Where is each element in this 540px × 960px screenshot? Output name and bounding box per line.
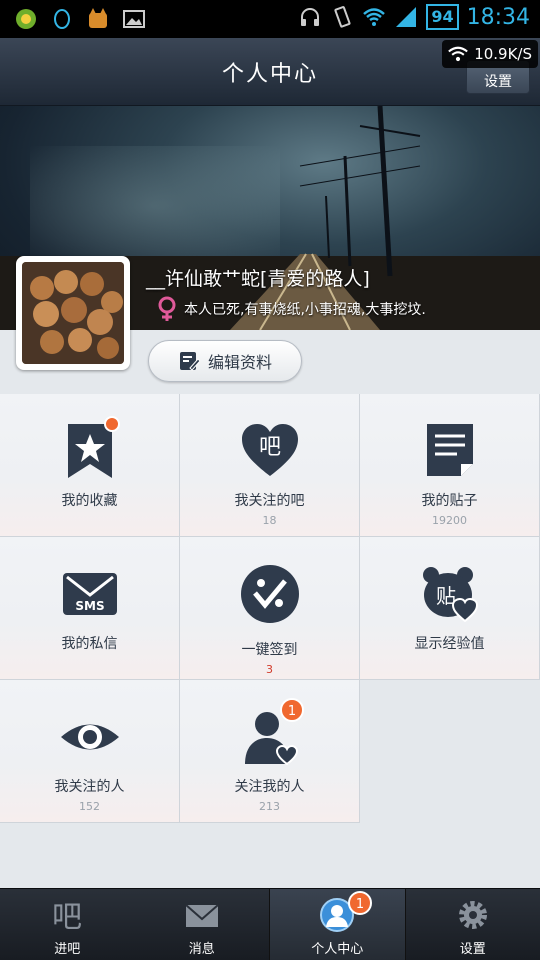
edit-profile-label: 编辑资料	[207, 353, 272, 372]
edit-profile-button[interactable]: 编辑资料	[148, 340, 302, 382]
title-bar: 个人中心 设置 10.9K/S	[0, 38, 540, 106]
grid-item-label: 显示经验值	[414, 636, 485, 652]
grid-item-count: 18	[262, 514, 277, 527]
nav-item-messages[interactable]: 消息	[135, 889, 270, 960]
grid-item-label: 我的收藏	[61, 493, 118, 509]
qq-icon	[54, 9, 70, 29]
net-speed-overlay: 10.9K/S	[442, 40, 538, 68]
grid-item-count: 213	[259, 800, 280, 813]
signal-icon	[396, 7, 417, 27]
grid-item-label: 我关注的吧	[234, 493, 305, 509]
sign-in-paw-icon	[240, 565, 299, 623]
nav-label: 个人中心	[311, 942, 364, 957]
notification-badge: 1	[280, 698, 304, 722]
edit-icon	[179, 352, 200, 371]
image-icon	[123, 10, 145, 28]
grid-item-label: 我的贴子	[421, 493, 478, 509]
grid-item-sign-in[interactable]: 一键签到 3	[180, 537, 360, 680]
grid-item-followed-bars[interactable]: 吧 我关注的吧 18	[180, 394, 360, 537]
grid-item-count: 3	[266, 663, 273, 676]
grid-item-show-experience[interactable]: 贴 显示经验值	[360, 537, 540, 680]
gear-icon	[458, 901, 487, 929]
grid-item-my-posts[interactable]: 我的贴子 19200	[360, 394, 540, 537]
bottom-nav: 吧 进吧 消息 1 个人中心 设置	[0, 888, 540, 960]
nav-item-ba[interactable]: 吧 进吧	[0, 889, 135, 960]
headphones-icon	[301, 8, 320, 26]
feature-grid: 我的收藏 吧 我关注的吧 18 我的贴子 19200 SMS 我的私信 一键签到…	[0, 394, 540, 823]
grid-item-label: 我关注的人	[54, 779, 125, 795]
status-bar: 94 18:34	[0, 0, 540, 38]
grid-item-followers[interactable]: 1 关注我的人 213	[180, 680, 360, 823]
username: __许仙敢艹蛇[青爱的路人]	[146, 268, 370, 290]
ba-icon: 吧	[52, 900, 82, 933]
document-icon	[426, 424, 473, 476]
cat-app-icon	[89, 8, 107, 28]
bio-row: 本人已死,有事烧纸,小事招魂,大事挖坟.	[156, 296, 426, 322]
heart-ba-icon: 吧	[241, 424, 298, 476]
grid-item-count: 152	[79, 800, 100, 813]
grid-item-following-people[interactable]: 我关注的人 152	[0, 680, 180, 823]
vibrate-icon	[334, 6, 351, 28]
wifi-icon	[448, 46, 469, 62]
battery-level: 94	[426, 4, 459, 30]
grid-item-label: 一键签到	[241, 642, 298, 658]
grid-item-private-messages[interactable]: SMS 我的私信	[0, 537, 180, 680]
nav-label: 消息	[188, 942, 215, 957]
avatar-image	[22, 262, 124, 364]
grid-item-label: 关注我的人	[234, 779, 305, 795]
bio-text: 本人已死,有事烧纸,小事招魂,大事挖坟.	[184, 302, 426, 318]
grid-item-count: 19200	[432, 514, 467, 527]
avatar[interactable]	[16, 256, 130, 370]
svg-text:吧: 吧	[258, 435, 280, 460]
grid-item-favorites[interactable]: 我的收藏	[0, 394, 180, 537]
sms-envelope-icon: SMS	[62, 573, 117, 615]
nav-item-profile[interactable]: 1 个人中心	[269, 889, 406, 960]
new-dot	[104, 416, 120, 432]
nav-item-settings[interactable]: 设置	[406, 889, 540, 960]
nav-label: 进吧	[54, 942, 81, 957]
mail-icon	[185, 904, 219, 927]
grid-item-label: 我的私信	[61, 636, 118, 652]
eye-icon	[60, 724, 119, 750]
clock: 18:34	[466, 4, 530, 30]
svg-text:SMS: SMS	[75, 599, 104, 613]
notification-badge: 1	[348, 891, 372, 915]
nav-label: 设置	[459, 942, 486, 957]
wifi-icon	[363, 8, 386, 26]
net-speed: 10.9K/S	[474, 45, 532, 63]
female-icon	[158, 296, 176, 321]
browser-icon	[16, 9, 36, 29]
bear-tie-heart-icon: 贴	[422, 567, 478, 623]
svg-text:吧: 吧	[52, 900, 82, 933]
